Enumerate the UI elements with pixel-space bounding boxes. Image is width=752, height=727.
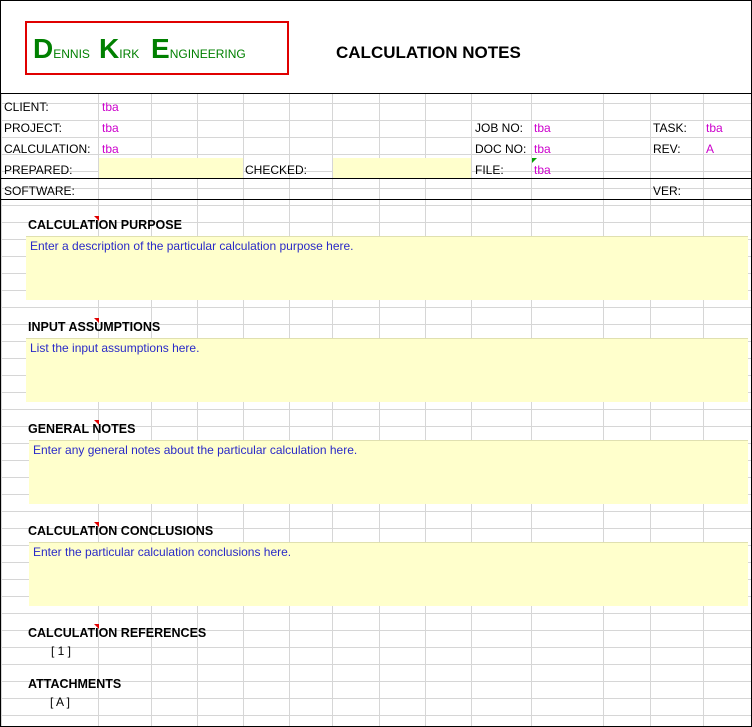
- reference-item: [ 1 ]: [51, 644, 72, 658]
- job-no-label: JOB NO:: [475, 121, 524, 135]
- conclusions-text: Enter the particular calculation conclus…: [33, 545, 292, 559]
- client-value[interactable]: tba: [102, 100, 119, 114]
- project-value[interactable]: tba: [102, 121, 119, 135]
- comment-indicator-icon: [94, 420, 99, 425]
- fields-bottom-rule: [1, 199, 751, 200]
- references-heading: CALCULATION REFERENCES: [28, 626, 207, 640]
- section-heading-purpose: CALCULATION PURPOSE: [28, 218, 182, 232]
- prepared-label: PREPARED:: [4, 163, 73, 177]
- checked-label: CHECKED:: [245, 163, 308, 177]
- ver-label: VER:: [653, 184, 682, 198]
- section-heading-notes: GENERAL NOTES: [28, 422, 136, 436]
- rev-label: REV:: [653, 142, 681, 156]
- notes-input-area[interactable]: Enter any general notes about the partic…: [29, 440, 748, 504]
- job-no-value[interactable]: tba: [534, 121, 551, 135]
- doc-no-label: DOC NO:: [475, 142, 527, 156]
- attachments-heading: ATTACHMENTS: [28, 677, 122, 691]
- assumptions-text: List the input assumptions here.: [30, 341, 200, 355]
- file-value[interactable]: tba: [534, 163, 551, 177]
- purpose-input-area[interactable]: Enter a description of the particular ca…: [26, 236, 748, 300]
- conclusions-input-area[interactable]: Enter the particular calculation conclus…: [29, 542, 748, 606]
- client-label: CLIENT:: [4, 100, 49, 114]
- comment-indicator-icon: [94, 522, 99, 527]
- doc-no-value[interactable]: tba: [534, 142, 551, 156]
- attachment-item: [ A ]: [50, 695, 71, 709]
- comment-indicator-icon: [94, 624, 99, 629]
- fields-rule: [1, 178, 751, 179]
- assumptions-input-area[interactable]: List the input assumptions here.: [26, 338, 748, 402]
- section-heading-conclusions: CALCULATION CONCLUSIONS: [28, 524, 214, 538]
- header-rule: [1, 93, 751, 94]
- logo-word-2: KIRK: [99, 33, 140, 64]
- company-logo: DENNIS KIRK ENGINEERING: [25, 21, 289, 75]
- comment-indicator-icon: [94, 216, 99, 221]
- project-label: PROJECT:: [4, 121, 63, 135]
- logo-word-1: DENNIS: [33, 33, 90, 64]
- purpose-text: Enter a description of the particular ca…: [30, 239, 354, 253]
- task-label: TASK:: [653, 121, 687, 135]
- software-label: SOFTWARE:: [4, 184, 75, 198]
- rev-value[interactable]: A: [706, 142, 714, 156]
- comment-indicator-icon: [94, 318, 99, 323]
- calculation-value[interactable]: tba: [102, 142, 119, 156]
- page-title: CALCULATION NOTES: [336, 43, 521, 62]
- notes-text: Enter any general notes about the partic…: [33, 443, 358, 457]
- task-value[interactable]: tba: [706, 121, 723, 135]
- spreadsheet-sheet[interactable]: DENNIS KIRK ENGINEERING CALCULATION NOTE…: [0, 0, 752, 727]
- file-label: FILE:: [475, 163, 504, 177]
- calculation-label: CALCULATION:: [4, 142, 91, 156]
- prepared-input[interactable]: [99, 158, 243, 178]
- checked-input[interactable]: [333, 158, 471, 178]
- logo-word-3: ENGINEERING: [151, 33, 246, 64]
